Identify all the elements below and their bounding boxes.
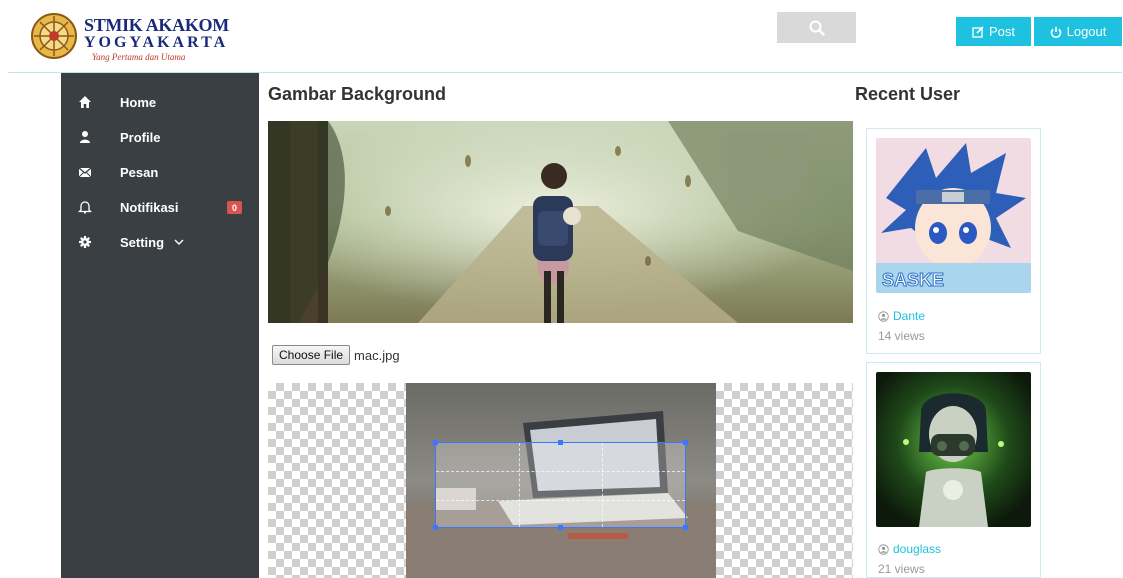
post-label: Post [988, 24, 1015, 39]
search-icon [809, 20, 825, 36]
envelope-icon [78, 167, 92, 178]
user-name[interactable]: Dante [893, 309, 925, 323]
crop-selection[interactable] [433, 440, 688, 530]
gear-icon [79, 236, 91, 248]
avatar-image: SASKE [876, 138, 1031, 293]
user-views: 14 views [878, 329, 925, 343]
avatar[interactable]: SASKE [876, 138, 1031, 293]
edit-icon [972, 25, 984, 38]
crop-handle[interactable] [433, 525, 438, 530]
top-bar: STMIK AKAKOM YOGYAKARTA Yang Pertama dan… [0, 0, 1123, 72]
user-circle-icon [878, 310, 889, 322]
user-name-row[interactable]: douglass [878, 542, 941, 556]
user-name-row[interactable]: Dante [878, 309, 925, 323]
recent-user-title: Recent User [855, 84, 961, 104]
user-name[interactable]: douglass [893, 542, 941, 556]
sidebar-item-notifikasi[interactable]: Notifikasi 0 [61, 192, 259, 222]
logout-button[interactable]: Logout [1034, 17, 1122, 46]
chevron-down-icon [174, 239, 184, 245]
file-upload: Choose File mac.jpg [272, 344, 400, 366]
sidebar: Home Profile Pesan Notifikasi 0 Setting [61, 73, 259, 578]
crop-handle[interactable] [683, 525, 688, 530]
post-button[interactable]: Post [956, 17, 1031, 46]
crop-handle[interactable] [558, 525, 563, 530]
crop-handle[interactable] [683, 440, 688, 445]
site-logo[interactable]: STMIK AKAKOM YOGYAKARTA Yang Pertama dan… [30, 12, 230, 64]
emblem-icon [31, 13, 77, 59]
user-views: 21 views [878, 562, 925, 576]
svg-text:SASKE: SASKE [882, 270, 944, 290]
user-circle-icon [878, 543, 889, 555]
sidebar-item-home[interactable]: Home [61, 87, 259, 117]
crop-handle[interactable] [558, 440, 563, 445]
crop-preview [268, 383, 853, 578]
user-icon [80, 131, 90, 143]
sidebar-item-label: Profile [120, 129, 161, 145]
home-icon [79, 96, 91, 108]
sidebar-item-setting[interactable]: Setting [61, 227, 259, 257]
file-name: mac.jpg [354, 347, 400, 363]
search-button[interactable] [777, 12, 856, 43]
sidebar-item-pesan[interactable]: Pesan [61, 157, 259, 187]
crop-handle[interactable] [433, 440, 438, 445]
brand-line-1: STMIK AKAKOM [84, 15, 229, 35]
sidebar-item-label: Home [120, 94, 157, 110]
choose-file-button[interactable]: Choose File [272, 345, 351, 365]
avatar-image [876, 372, 1031, 527]
brand-tagline: Yang Pertama dan Utama [92, 52, 186, 62]
background-illustration [268, 121, 853, 323]
bell-icon [78, 201, 92, 214]
sidebar-item-profile[interactable]: Profile [61, 122, 259, 152]
sidebar-item-label: Pesan [120, 164, 159, 180]
user-card[interactable]: douglass 21 views [866, 362, 1041, 578]
avatar[interactable] [876, 372, 1031, 527]
brand-line-2: YOGYAKARTA [84, 34, 229, 51]
page-title: Gambar Background [268, 84, 447, 104]
sidebar-item-label: Notifikasi [120, 199, 179, 215]
power-icon [1050, 26, 1061, 38]
user-card[interactable]: SASKE Dante 14 views [866, 128, 1041, 354]
sidebar-item-label: Setting [120, 234, 165, 250]
background-image [268, 121, 853, 323]
logout-label: Logout [1066, 24, 1107, 39]
notification-badge: 0 [227, 201, 242, 214]
